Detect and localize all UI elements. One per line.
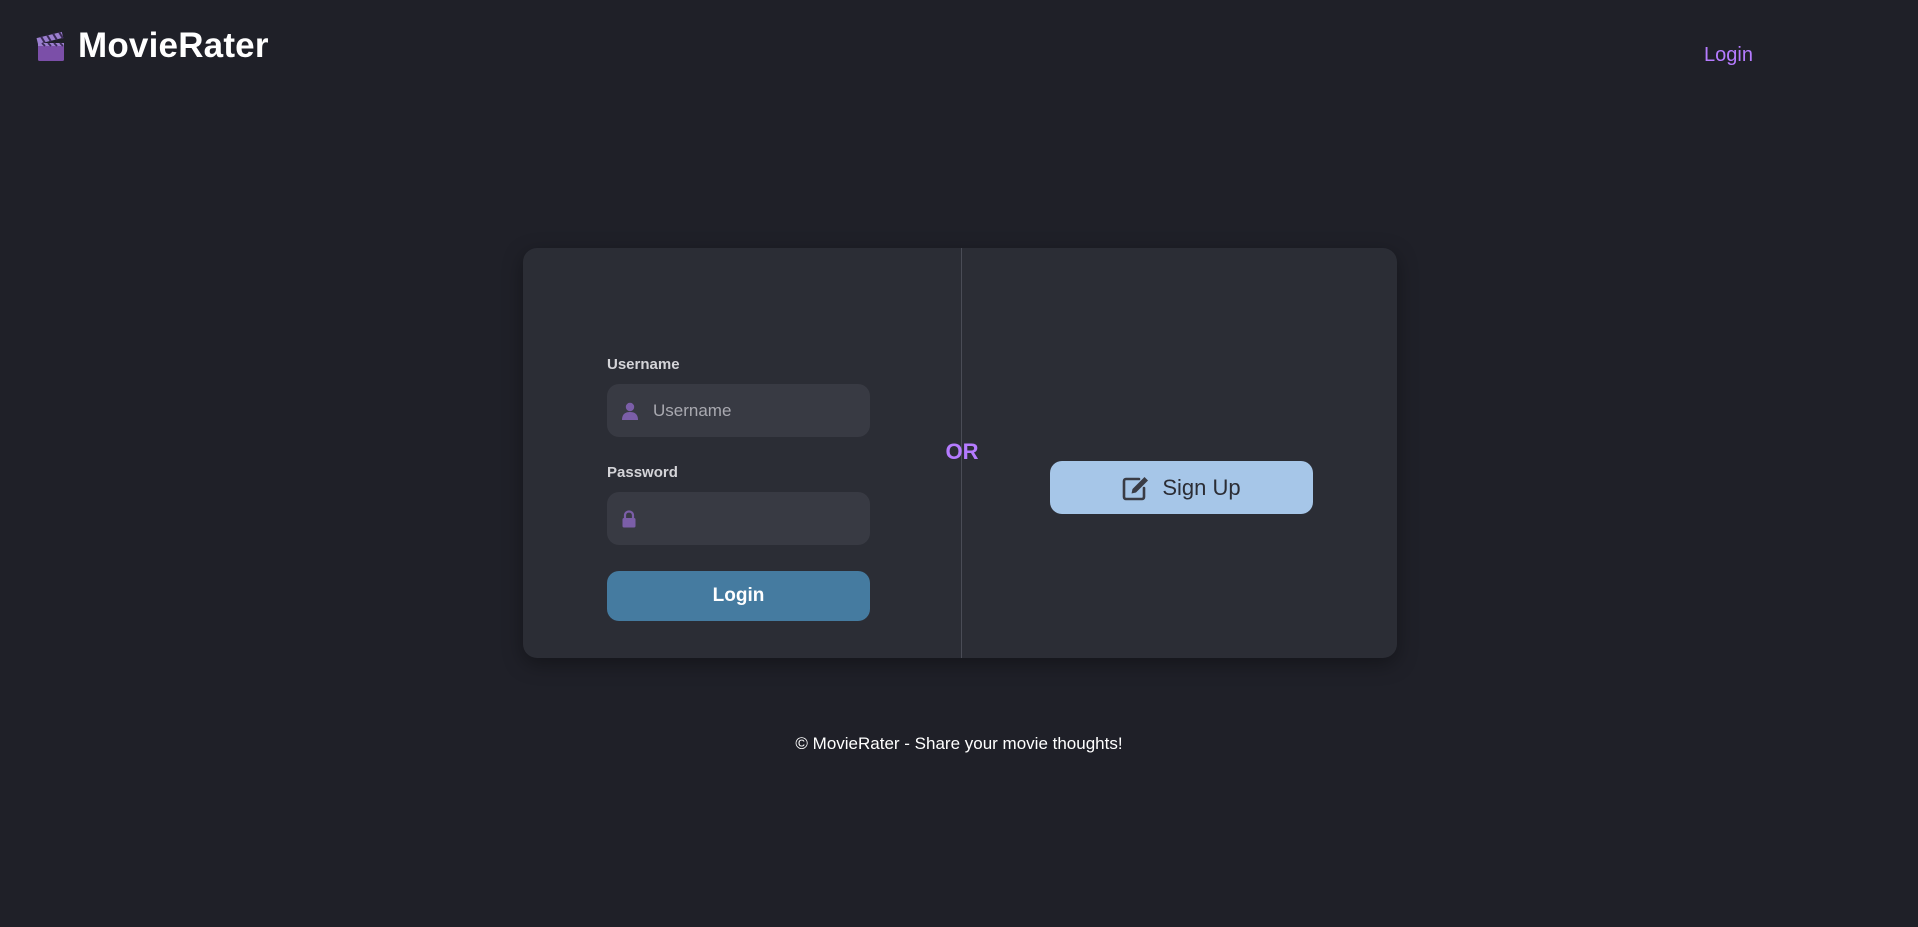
brand-name: MovieRater bbox=[78, 26, 269, 65]
password-label: Password bbox=[607, 464, 678, 481]
signup-label: Sign Up bbox=[1162, 474, 1241, 500]
clapperboard-icon bbox=[36, 31, 64, 61]
username-input[interactable] bbox=[651, 383, 876, 438]
login-button[interactable]: Login bbox=[607, 571, 870, 621]
brand[interactable]: MovieRater bbox=[36, 26, 269, 66]
username-label: Username bbox=[607, 356, 680, 373]
or-separator: OR bbox=[945, 439, 979, 464]
header: MovieRater Login bbox=[0, 0, 1918, 100]
edit-icon bbox=[1123, 476, 1149, 500]
lock-icon bbox=[621, 509, 637, 529]
password-field[interactable] bbox=[607, 491, 874, 546]
nav-login-link[interactable]: Login bbox=[1704, 44, 1753, 67]
footer-text: © MovieRater - Share your movie thoughts… bbox=[795, 734, 1123, 753]
user-icon bbox=[621, 401, 639, 421]
username-field[interactable] bbox=[607, 383, 876, 438]
signup-button[interactable]: Sign Up bbox=[1050, 461, 1313, 514]
password-input[interactable] bbox=[649, 491, 874, 546]
auth-card: Username Password Login OR Sign Up bbox=[523, 248, 1397, 658]
